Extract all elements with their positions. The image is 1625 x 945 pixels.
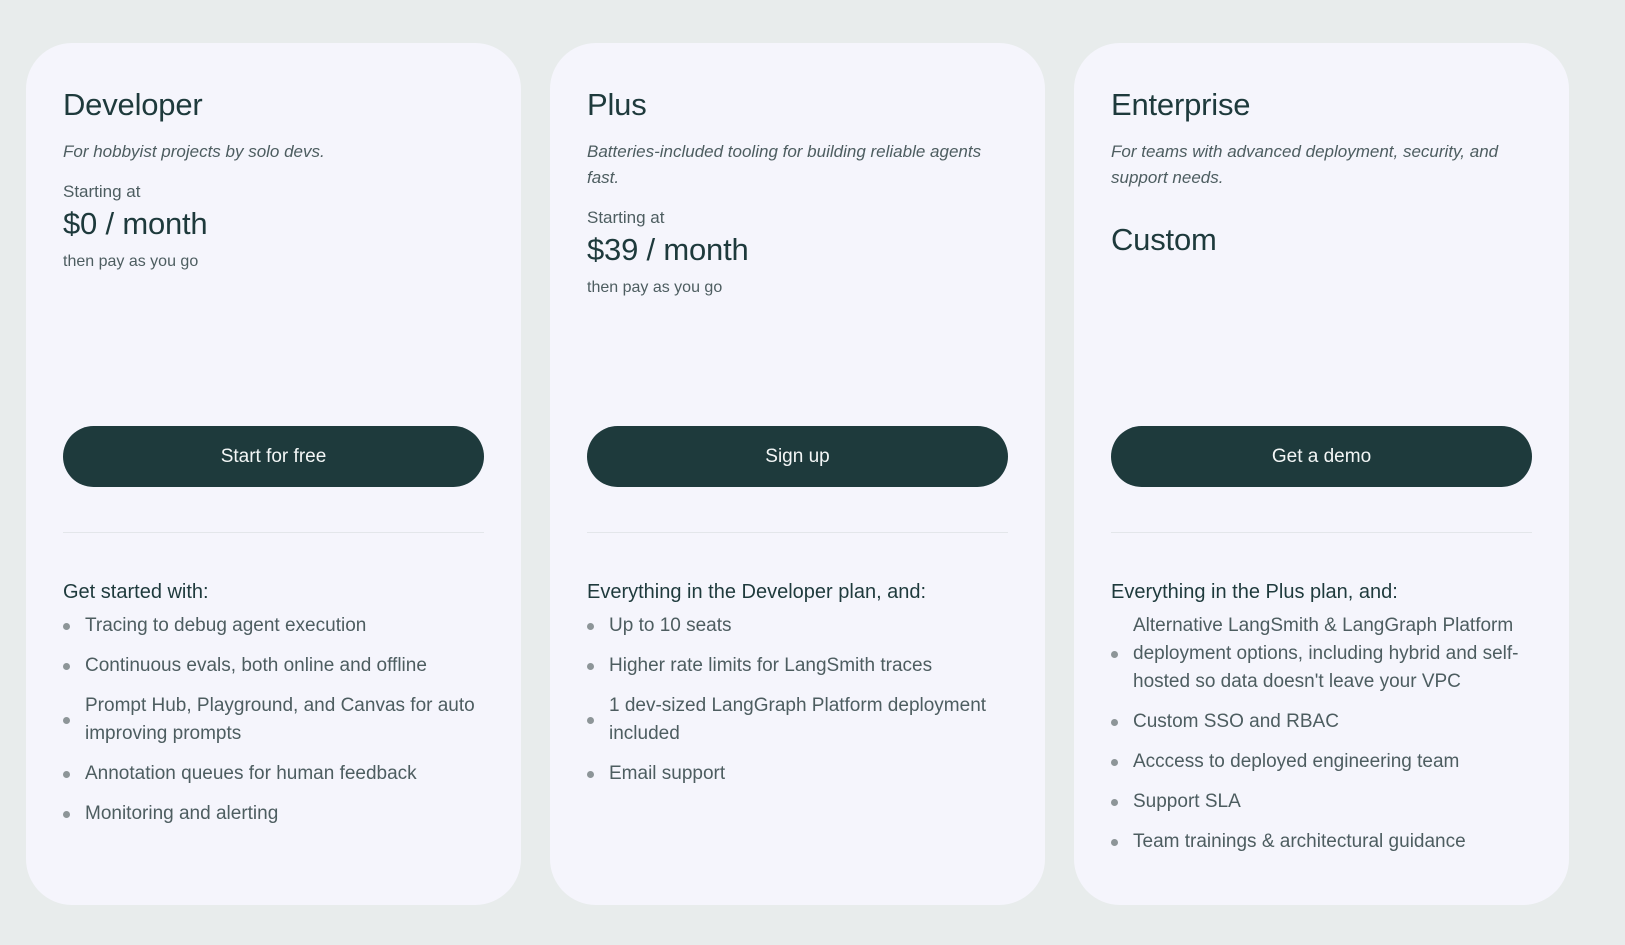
pricing-cards: Developer For hobbyist projects by solo … — [26, 43, 1569, 905]
feature-text: Email support — [609, 763, 726, 784]
feature-text: Support SLA — [1133, 791, 1241, 812]
feature-item: Email support — [587, 760, 1008, 788]
bullet-icon — [1111, 718, 1118, 726]
bullet-icon — [63, 622, 70, 630]
feature-list: Up to 10 seats Higher rate limits for La… — [587, 612, 1008, 788]
start-for-free-button[interactable]: Start for free — [63, 426, 484, 487]
feature-text: Acccess to deployed engineering team — [1133, 751, 1460, 772]
bullet-icon — [63, 716, 70, 724]
bullet-icon — [63, 662, 70, 670]
feature-text: Monitoring and alerting — [85, 803, 279, 824]
feature-item: Monitoring and alerting — [63, 800, 484, 828]
feature-text: Higher rate limits for LangSmith traces — [609, 655, 933, 676]
plan-name: Developer — [63, 87, 203, 122]
plan-card-enterprise: Enterprise For teams with advanced deplo… — [1074, 43, 1569, 905]
feature-item: Up to 10 seats — [587, 612, 1008, 640]
feature-text: Tracing to debug agent execution — [85, 615, 367, 636]
bullet-icon — [1111, 838, 1118, 846]
feature-text: Team trainings & architectural guidance — [1133, 831, 1466, 852]
starting-at-label: Starting at — [63, 182, 141, 201]
pricing-note: then pay as you go — [63, 253, 199, 270]
feature-item: Continuous evals, both online and offlin… — [63, 652, 484, 680]
feature-text: Continuous evals, both online and offlin… — [85, 655, 427, 676]
plan-tagline: Batteries-included tooling for building … — [587, 142, 982, 187]
plan-card-plus: Plus Batteries-included tooling for buil… — [550, 43, 1045, 905]
divider — [1111, 532, 1532, 533]
bullet-icon — [587, 770, 594, 778]
feature-item: Support SLA — [1111, 788, 1532, 816]
features-heading: Everything in the Plus plan, and: — [1111, 581, 1398, 603]
features-heading: Get started with: — [63, 581, 209, 603]
starting-at-label: Starting at — [587, 208, 665, 227]
bullet-icon — [587, 662, 594, 670]
bullet-icon — [63, 770, 70, 778]
plan-name: Enterprise — [1111, 87, 1251, 122]
feature-section: Everything in the Plus plan, and: Altern… — [1111, 577, 1532, 868]
plan-card-developer: Developer For hobbyist projects by solo … — [26, 43, 521, 905]
bullet-icon — [1111, 650, 1118, 658]
bullet-icon — [587, 622, 594, 630]
sign-up-button[interactable]: Sign up — [587, 426, 1008, 487]
feature-list: Tracing to debug agent execution Continu… — [63, 612, 484, 828]
feature-list: Alternative LangSmith & LangGraph Platfo… — [1111, 612, 1532, 856]
plan-price: Custom — [1111, 222, 1217, 257]
feature-item: Alternative LangSmith & LangGraph Platfo… — [1111, 612, 1532, 696]
plan-price: $39 / month — [587, 232, 749, 267]
bullet-icon — [1111, 798, 1118, 806]
features-heading: Everything in the Developer plan, and: — [587, 581, 927, 603]
plan-name: Plus — [587, 87, 647, 122]
feature-item: Acccess to deployed engineering team — [1111, 748, 1532, 776]
pricing-note: then pay as you go — [587, 279, 723, 296]
feature-text: Annotation queues for human feedback — [85, 763, 417, 784]
feature-item: Annotation queues for human feedback — [63, 760, 484, 788]
feature-section: Get started with: Tracing to debug agent… — [63, 577, 484, 840]
plan-price: $0 / month — [63, 206, 208, 241]
feature-item: Tracing to debug agent execution — [63, 612, 484, 640]
feature-item: Team trainings & architectural guidance — [1111, 828, 1532, 856]
feature-item: Custom SSO and RBAC — [1111, 708, 1532, 736]
feature-text: Custom SSO and RBAC — [1133, 711, 1339, 732]
feature-item: Higher rate limits for LangSmith traces — [587, 652, 1008, 680]
feature-item: Prompt Hub, Playground, and Canvas for a… — [63, 692, 484, 748]
divider — [63, 532, 484, 533]
feature-item: 1 dev-sized LangGraph Platform deploymen… — [587, 692, 1008, 748]
bullet-icon — [63, 810, 70, 818]
feature-text: Up to 10 seats — [609, 615, 732, 636]
bullet-icon — [587, 716, 594, 724]
feature-text: Prompt Hub, Playground, and Canvas for a… — [85, 695, 475, 744]
get-a-demo-button[interactable]: Get a demo — [1111, 426, 1532, 487]
feature-text: Alternative LangSmith & LangGraph Platfo… — [1133, 615, 1519, 692]
feature-text: 1 dev-sized LangGraph Platform deploymen… — [609, 695, 987, 744]
bullet-icon — [1111, 758, 1118, 766]
plan-tagline: For teams with advanced deployment, secu… — [1111, 142, 1499, 187]
feature-section: Everything in the Developer plan, and: U… — [587, 577, 1008, 800]
divider — [587, 532, 1008, 533]
plan-tagline: For hobbyist projects by solo devs. — [63, 142, 325, 161]
